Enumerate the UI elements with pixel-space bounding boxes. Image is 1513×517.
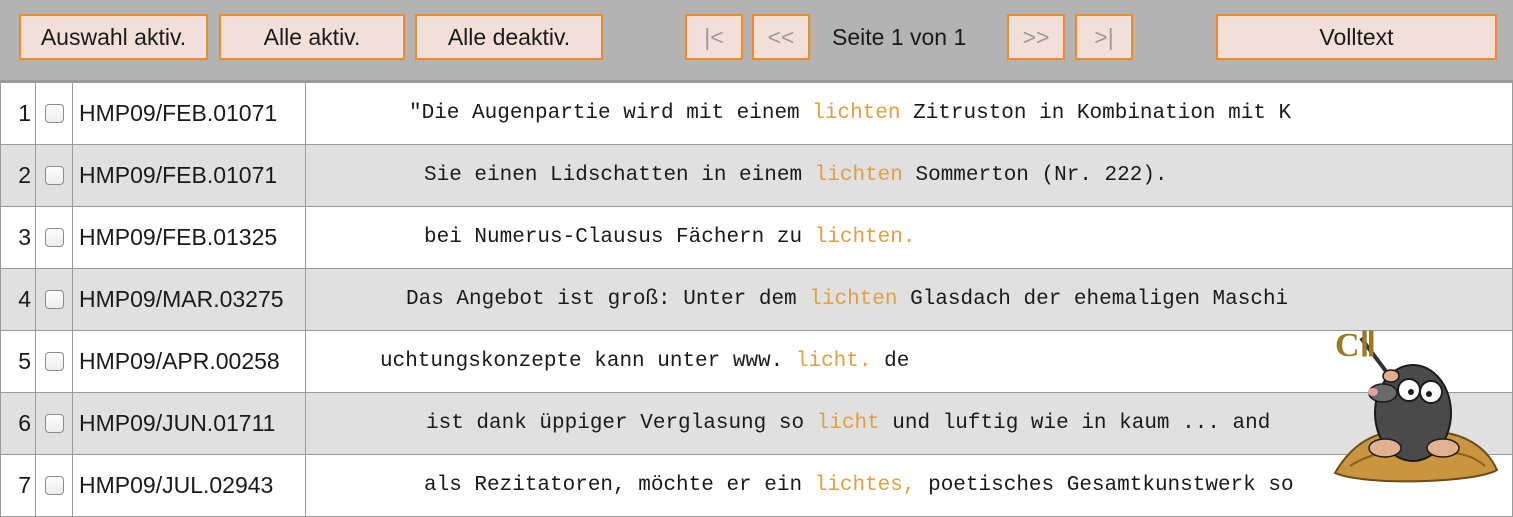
table-row: 3 HMP09/FEB.01325 bei Numerus-Clausus Fä…: [0, 206, 1513, 269]
kwic-context: bei Numerus-Clausus Fächern zu lichten.: [305, 206, 1513, 269]
row-checkbox[interactable]: [44, 166, 64, 185]
all-deactivate-button[interactable]: Alle deaktiv.: [415, 14, 603, 60]
select-active-button[interactable]: Auswahl aktiv.: [19, 14, 208, 60]
toolbar: Auswahl aktiv. Alle aktiv. Alle deaktiv.…: [0, 0, 1513, 80]
row-number: 5: [0, 330, 36, 393]
mascot-lettering: CⅡ: [1335, 327, 1376, 364]
keyword: licht.: [795, 350, 872, 373]
keyword: lichten.: [814, 226, 916, 249]
row-sigle: HMP09/JUL.02943: [72, 454, 306, 517]
left-context: bei Numerus-Clausus Fächern zu: [424, 226, 815, 249]
kwic-context: "Die Augenpartie wird mit einem lichten …: [305, 80, 1513, 145]
row-sigle: HMP09/FEB.01325: [72, 206, 306, 269]
table-row: 1 HMP09/FEB.01071 "Die Augenpartie wird …: [0, 80, 1513, 145]
row-sigle: HMP09/FEB.01071: [72, 80, 306, 145]
row-number: 3: [0, 206, 36, 269]
row-checkbox[interactable]: [44, 476, 64, 495]
prev-page-button[interactable]: <<: [752, 14, 810, 60]
row-checkbox[interactable]: [44, 414, 64, 433]
row-sigle: HMP09/JUN.01711: [72, 392, 306, 455]
keyword: lichten: [809, 288, 898, 311]
left-context: Sie einen Lidschatten in einem: [424, 164, 815, 187]
fulltext-button[interactable]: Volltext: [1216, 14, 1497, 60]
row-checkbox[interactable]: [44, 290, 64, 309]
keyword: lichten: [812, 102, 901, 125]
row-number: 6: [0, 392, 36, 455]
right-context: und luftig wie in kaum ... and: [879, 412, 1271, 435]
table-row: 4 HMP09/MAR.03275 Das Angebot ist groß: …: [0, 268, 1513, 331]
row-checkbox[interactable]: [44, 228, 64, 247]
right-context: Sommerton (Nr. 222).: [902, 164, 1168, 187]
table-row: 7 HMP09/JUL.02943 als Rezitatoren, möcht…: [0, 454, 1513, 517]
left-context: Das Angebot ist groß: Unter dem: [406, 288, 810, 311]
keyword: licht: [816, 412, 880, 435]
mole-mascot-icon: CⅡ: [1333, 327, 1499, 483]
left-context: als Rezitatoren, möchte er ein: [424, 474, 815, 497]
right-context: Zitruston in Kombination mit K: [900, 102, 1292, 125]
keyword: lichten: [814, 164, 903, 187]
row-sigle: HMP09/MAR.03275: [72, 268, 306, 331]
left-context: uchtungskonzepte kann unter www.: [380, 350, 796, 373]
row-number: 4: [0, 268, 36, 331]
right-context: de: [871, 350, 910, 373]
row-sigle: HMP09/APR.00258: [72, 330, 306, 393]
table-row: 2 HMP09/FEB.01071 Sie einen Lidschatten …: [0, 144, 1513, 207]
table-row: 5 HMP09/APR.00258 uchtungskonzepte kann …: [0, 330, 1513, 393]
keyword: lichtes,: [814, 474, 916, 497]
left-context: "Die Augenpartie wird mit einem: [409, 102, 813, 125]
row-sigle: HMP09/FEB.01071: [72, 144, 306, 207]
row-checkbox[interactable]: [44, 352, 64, 371]
row-number: 1: [0, 80, 36, 145]
row-checkbox[interactable]: [44, 104, 64, 123]
first-page-button[interactable]: |<: [685, 14, 743, 60]
all-active-button[interactable]: Alle aktiv.: [219, 14, 405, 60]
page-info: Seite 1 von 1: [832, 23, 967, 50]
row-number: 2: [0, 144, 36, 207]
next-page-button[interactable]: >>: [1007, 14, 1065, 60]
row-number: 7: [0, 454, 36, 517]
right-context: poetisches Gesamtkunstwerk so: [915, 474, 1294, 497]
last-page-button[interactable]: >|: [1075, 14, 1133, 60]
right-context: Glasdach der ehemaligen Maschi: [897, 288, 1289, 311]
kwic-table: 1 HMP09/FEB.01071 "Die Augenpartie wird …: [0, 80, 1513, 517]
table-row: 6 HMP09/JUN.01711 ist dank üppiger Vergl…: [0, 392, 1513, 455]
kwic-context: Sie einen Lidschatten in einem lichten S…: [305, 144, 1513, 207]
left-context: ist dank üppiger Verglasung so: [426, 412, 817, 435]
